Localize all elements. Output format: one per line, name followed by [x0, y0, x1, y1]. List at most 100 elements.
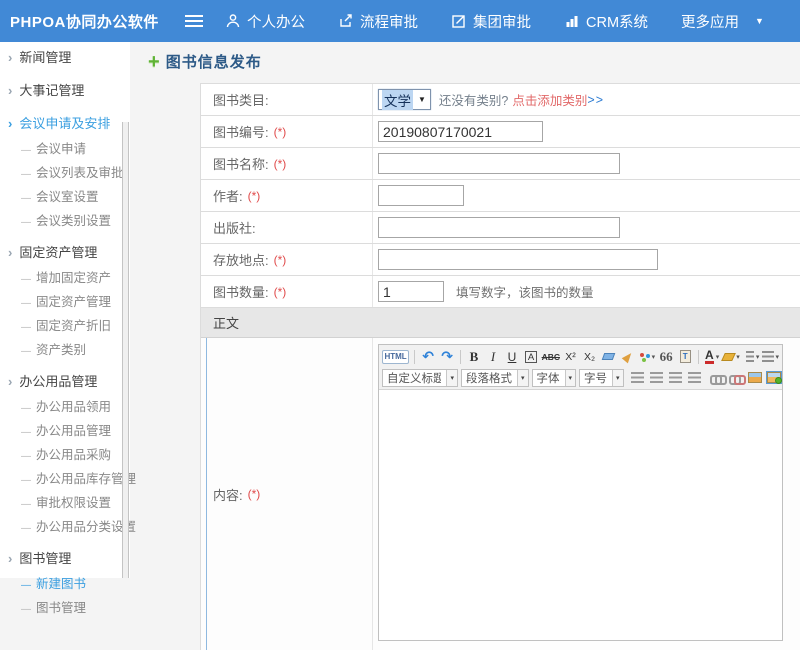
quantity-hint: 填写数字，该图书的数量: [456, 282, 594, 301]
upload-image-icon[interactable]: [766, 369, 782, 386]
required-mark: (*): [248, 189, 261, 203]
sidebar-item-22[interactable]: —图书管理: [0, 597, 130, 621]
dash-icon: —: [21, 523, 31, 534]
chevron-right-icon: ›: [8, 245, 12, 260]
align-center-icon[interactable]: [649, 369, 665, 386]
underline-button[interactable]: U: [504, 348, 520, 365]
italic-button[interactable]: I: [485, 348, 501, 365]
text-color-set-icon[interactable]: ▾: [639, 348, 656, 365]
sidebar-item-label: 审批权限设置: [36, 496, 111, 510]
dash-icon: —: [21, 346, 31, 357]
dash-icon: —: [21, 217, 31, 228]
row-category: 图书类目: 文学 ▼ 还没有类别? 点击添加类别 >>: [201, 84, 800, 116]
dash-icon: —: [21, 145, 31, 156]
unordered-list-icon[interactable]: ▾: [762, 348, 779, 365]
sidebar-item-12[interactable]: —资产类别: [0, 339, 130, 363]
flow-approval-icon: [338, 13, 354, 29]
font-size-dropdown[interactable]: 字号▾: [579, 369, 624, 387]
book-name-input[interactable]: [378, 153, 620, 174]
dash-icon: —: [21, 193, 31, 204]
superscript-button[interactable]: X²: [563, 348, 579, 365]
nav-personal-office[interactable]: 个人办公: [225, 11, 305, 32]
ordered-list-icon[interactable]: ▾: [743, 348, 760, 365]
align-right-icon[interactable]: [668, 369, 684, 386]
border-text-button[interactable]: A: [525, 351, 537, 363]
sidebar-item-5[interactable]: —会议列表及审批: [0, 162, 130, 186]
sidebar-item-label: 办公用品库存管理: [36, 472, 136, 486]
sidebar-item-20[interactable]: ›图书管理: [0, 545, 130, 573]
quantity-input[interactable]: [378, 281, 444, 302]
custom-title-dropdown[interactable]: 自定义标题▾: [382, 369, 458, 387]
sidebar-item-6[interactable]: —会议室设置: [0, 186, 130, 210]
paste-text-icon[interactable]: T: [677, 348, 693, 365]
nav-crm-system[interactable]: CRM系统: [564, 11, 648, 32]
sidebar-item-3[interactable]: ›会议申请及安排: [0, 110, 130, 138]
dash-icon: —: [21, 403, 31, 414]
eraser-icon[interactable]: [601, 348, 617, 365]
sidebar-item-label: 会议类别设置: [36, 214, 111, 228]
dash-icon: —: [21, 427, 31, 438]
add-category-arrows[interactable]: >>: [587, 93, 604, 107]
editor-content-area[interactable]: [379, 390, 782, 640]
author-input[interactable]: [378, 185, 464, 206]
undo-icon[interactable]: ↶: [420, 348, 436, 365]
align-justify-icon[interactable]: [687, 369, 703, 386]
dash-icon: —: [21, 298, 31, 309]
sidebar-item-10[interactable]: —固定资产管理: [0, 291, 130, 315]
category-select[interactable]: 文学 ▼: [378, 89, 431, 110]
paragraph-format-dropdown[interactable]: 段落格式▾: [461, 369, 529, 387]
sidebar-item-9[interactable]: — 增加固定资产: [0, 267, 130, 291]
sidebar-scrollbar[interactable]: [122, 122, 129, 578]
crm-chart-icon: [564, 13, 580, 29]
top-header: PHPOA协同办公软件 个人办公 流程审批 集团审批 CRM系统 更多应用 ▼: [0, 0, 800, 42]
caret-down-icon: ▼: [755, 16, 764, 26]
insert-image-icon[interactable]: [747, 369, 763, 386]
dash-icon: —: [21, 274, 31, 285]
publisher-input[interactable]: [378, 217, 620, 238]
dash-icon: —: [21, 475, 31, 486]
chevron-right-icon: ›: [8, 83, 12, 98]
category-hint: 还没有类别?: [439, 90, 508, 109]
remove-link-icon[interactable]: [728, 369, 744, 386]
blockquote-button[interactable]: 66: [658, 348, 674, 365]
strikethrough-button[interactable]: ABC: [542, 348, 560, 365]
sidebar-item-label: 增加固定资产: [36, 271, 111, 285]
sidebar-item-label: 大事记管理: [19, 83, 84, 98]
location-input[interactable]: [378, 249, 658, 270]
sidebar-item-21[interactable]: — 新建图书: [0, 573, 130, 597]
sidebar-item-14[interactable]: —办公用品领用: [0, 396, 130, 420]
font-color-button[interactable]: A▾: [704, 348, 720, 365]
sidebar-item-label: 新建图书: [36, 577, 86, 591]
sidebar-item-2[interactable]: › 大事记管理: [0, 77, 130, 105]
insert-link-icon[interactable]: [709, 369, 725, 386]
nav-more-apps[interactable]: 更多应用 ▼: [681, 11, 764, 32]
hamburger-menu-icon[interactable]: [185, 15, 203, 27]
sidebar-item-18[interactable]: —审批权限设置: [0, 492, 130, 516]
align-left-icon[interactable]: [630, 369, 646, 386]
sidebar-item-16[interactable]: —办公用品采购: [0, 444, 130, 468]
publisher-label: 出版社:: [213, 218, 256, 237]
sidebar-item-11[interactable]: —固定资产折旧: [0, 315, 130, 339]
sidebar-item-17[interactable]: —办公用品库存管理: [0, 468, 130, 492]
sidebar-item-19[interactable]: —办公用品分类设置: [0, 516, 130, 540]
font-family-dropdown[interactable]: 字体▾: [532, 369, 577, 387]
sidebar-item-1[interactable]: ›新闻管理: [0, 44, 130, 72]
highlight-color-icon[interactable]: ▾: [723, 348, 740, 365]
location-label: 存放地点:: [213, 250, 269, 269]
html-source-button[interactable]: HTML: [382, 350, 409, 364]
add-category-link[interactable]: 点击添加类别: [512, 90, 587, 109]
book-no-input[interactable]: [378, 121, 543, 142]
nav-group-approval[interactable]: 集团审批: [451, 11, 531, 32]
sidebar-item-7[interactable]: — 会议类别设置: [0, 210, 130, 234]
category-label: 图书类目:: [213, 90, 269, 109]
sidebar-item-13[interactable]: ›办公用品管理: [0, 368, 130, 396]
format-brush-icon[interactable]: [620, 348, 636, 365]
sidebar-item-4[interactable]: —会议申请: [0, 138, 130, 162]
sidebar-item-8[interactable]: ›固定资产管理: [0, 239, 130, 267]
sidebar-item-15[interactable]: —办公用品管理: [0, 420, 130, 444]
redo-icon[interactable]: ↷: [439, 348, 455, 365]
nav-flow-approval[interactable]: 流程审批: [338, 11, 418, 32]
bold-button[interactable]: B: [466, 348, 482, 365]
subscript-button[interactable]: X₂: [582, 348, 598, 365]
dash-icon: —: [21, 580, 31, 591]
